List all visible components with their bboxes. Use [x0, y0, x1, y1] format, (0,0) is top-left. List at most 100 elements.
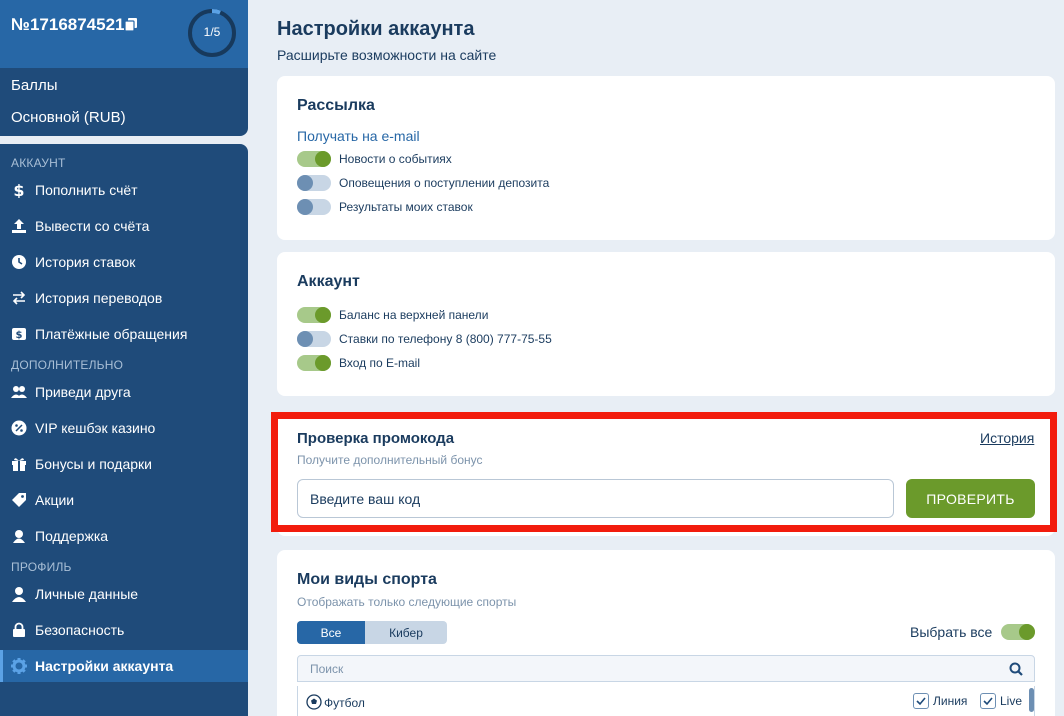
sidebar-item-label: Вывести со счёта	[35, 218, 150, 234]
toggle-label: Ставки по телефону 8 (800) 777-75-55	[339, 332, 552, 346]
check-icon	[913, 693, 929, 709]
sidebar-item-label: VIP кешбэк казино	[35, 420, 156, 436]
sidebar-item-label: Приведи друга	[35, 384, 131, 400]
sidebar-item-personal-data[interactable]: Личные данные	[0, 578, 248, 610]
sidebar-item-label: История переводов	[35, 290, 163, 306]
tag-icon	[11, 492, 27, 508]
headset-icon	[11, 528, 27, 544]
sidebar-item-transfer-history[interactable]: История переводов	[0, 282, 248, 314]
sidebar-item-label: Платёжные обращения	[35, 326, 188, 342]
tab-cyber[interactable]: Кибер	[365, 621, 447, 644]
toggle-row-bet-results: Результаты моих ставок	[297, 199, 473, 215]
balance-points[interactable]: Баллы	[11, 77, 57, 94]
section-account: АККАУНТ	[11, 156, 66, 170]
svg-text:$: $	[13, 182, 24, 198]
toggle-row-email-login: Вход по E-mail	[297, 355, 420, 371]
sidebar-item-label: Безопасность	[35, 622, 125, 638]
toggle-label: Новости о событиях	[339, 152, 452, 166]
bet-results-toggle[interactable]	[297, 199, 331, 215]
sidebar-item-deposit[interactable]: $ Пополнить счёт	[0, 174, 248, 206]
sidebar-item-label: Настройки аккаунта	[35, 658, 174, 674]
mailing-card: Рассылка Получать на e-mail Новости о со…	[277, 76, 1055, 240]
line-label: Линия	[933, 694, 968, 708]
mailing-title: Рассылка	[297, 97, 375, 114]
sports-list-scrollbar[interactable]	[1029, 688, 1034, 712]
sport-row-football: Футбол Линия Live	[297, 686, 1035, 716]
mailing-subhead: Получать на e-mail	[297, 128, 420, 144]
copy-icon[interactable]	[125, 18, 137, 31]
progress-text: 1/5	[203, 25, 221, 39]
tab-all[interactable]: Все	[297, 621, 365, 644]
sidebar: №1716874521 1/5 Баллы Основной (RUB) АКК…	[0, 0, 257, 716]
sport-name: Футбол	[324, 696, 365, 710]
upload-icon	[11, 218, 27, 234]
select-all-label: Выбрать все	[910, 624, 993, 640]
promo-title: Проверка промокода	[297, 430, 455, 447]
account-settings-card: Аккаунт Баланс на верхней панели Ставки …	[277, 252, 1055, 396]
email-login-toggle[interactable]	[297, 355, 331, 371]
toggle-label: Баланс на верхней панели	[339, 308, 489, 322]
promo-code-input[interactable]	[297, 479, 894, 518]
page-title: Настройки аккаунта	[277, 18, 475, 40]
toggle-row-deposit: Оповещения о поступлении депозита	[297, 175, 549, 191]
sidebar-menu: АККАУНТ $ Пополнить счёт Вывести со счёт…	[0, 144, 248, 716]
select-all-toggle[interactable]	[1001, 624, 1035, 640]
sidebar-item-payment-requests[interactable]: $ Платёжные обращения	[0, 318, 248, 350]
lock-icon	[11, 622, 27, 638]
toggle-row-phone-bets: Ставки по телефону 8 (800) 777-75-55	[297, 331, 552, 347]
transfer-icon	[11, 290, 27, 306]
sports-title: Мои виды спорта	[297, 571, 437, 588]
sidebar-item-label: История ставок	[35, 254, 136, 270]
sidebar-item-security[interactable]: Безопасность	[0, 614, 248, 646]
sidebar-item-withdraw[interactable]: Вывести со счёта	[0, 210, 248, 242]
gift-icon	[11, 456, 27, 472]
dollar-icon: $	[11, 182, 27, 198]
sidebar-item-support[interactable]: Поддержка	[0, 520, 248, 552]
deposit-toggle[interactable]	[297, 175, 331, 191]
account-card: №1716874521 1/5 Баллы Основной (RUB)	[0, 0, 248, 136]
sidebar-item-bet-history[interactable]: История ставок	[0, 246, 248, 278]
users-icon	[11, 384, 27, 400]
page-subtitle: Расширьте возможности на сайте	[277, 47, 497, 63]
search-icon[interactable]	[1009, 662, 1023, 676]
check-icon	[980, 693, 996, 709]
live-checkbox[interactable]: Live	[980, 693, 1022, 709]
sports-hint: Отображать только следующие спорты	[297, 595, 517, 609]
toggle-label: Оповещения о поступлении депозита	[339, 176, 550, 190]
football-icon	[306, 694, 322, 710]
sidebar-item-label: Бонусы и подарки	[35, 456, 152, 472]
toggle-label: Вход по E-mail	[339, 356, 420, 370]
news-toggle[interactable]	[297, 151, 331, 167]
live-label: Live	[1000, 694, 1023, 708]
sidebar-item-account-settings[interactable]: Настройки аккаунта	[0, 650, 248, 682]
toggle-row-news: Новости о событиях	[297, 151, 452, 167]
gear-icon	[11, 658, 27, 674]
promo-check-button[interactable]: ПРОВЕРИТЬ	[906, 479, 1035, 518]
sidebar-item-vip-cashback[interactable]: VIP кешбэк казино	[0, 412, 248, 444]
sidebar-item-label: Поддержка	[35, 528, 109, 544]
payment-icon: $	[11, 326, 27, 342]
balance-main[interactable]: Основной (RUB)	[11, 109, 126, 126]
user-icon	[11, 586, 27, 602]
sports-search-input[interactable]	[310, 661, 990, 677]
sports-search	[297, 655, 1035, 682]
promo-hint: Получите дополнительный бонус	[297, 453, 483, 467]
section-profile: ПРОФИЛЬ	[11, 560, 72, 574]
balance-toggle[interactable]	[297, 307, 331, 323]
sidebar-item-bonuses[interactable]: Бонусы и подарки	[0, 448, 248, 480]
svg-text:$: $	[16, 330, 23, 341]
sidebar-item-refer-friend[interactable]: Приведи друга	[0, 376, 248, 408]
sidebar-item-promotions[interactable]: Акции	[0, 484, 248, 516]
sidebar-item-label: Акции	[35, 492, 75, 508]
line-checkbox[interactable]: Линия	[913, 693, 967, 709]
account-settings-title: Аккаунт	[297, 273, 360, 290]
sidebar-item-label: Пополнить счёт	[35, 182, 138, 198]
sidebar-item-label: Личные данные	[35, 586, 139, 602]
section-additional: ДОПОЛНИТЕЛЬНО	[11, 358, 124, 372]
toggle-label: Результаты моих ставок	[339, 200, 473, 214]
percent-icon	[11, 420, 27, 436]
clock-icon	[11, 254, 27, 270]
phone-bets-toggle[interactable]	[297, 331, 331, 347]
promo-history-link[interactable]: История	[980, 430, 1034, 446]
toggle-row-balance: Баланс на верхней панели	[297, 307, 488, 323]
